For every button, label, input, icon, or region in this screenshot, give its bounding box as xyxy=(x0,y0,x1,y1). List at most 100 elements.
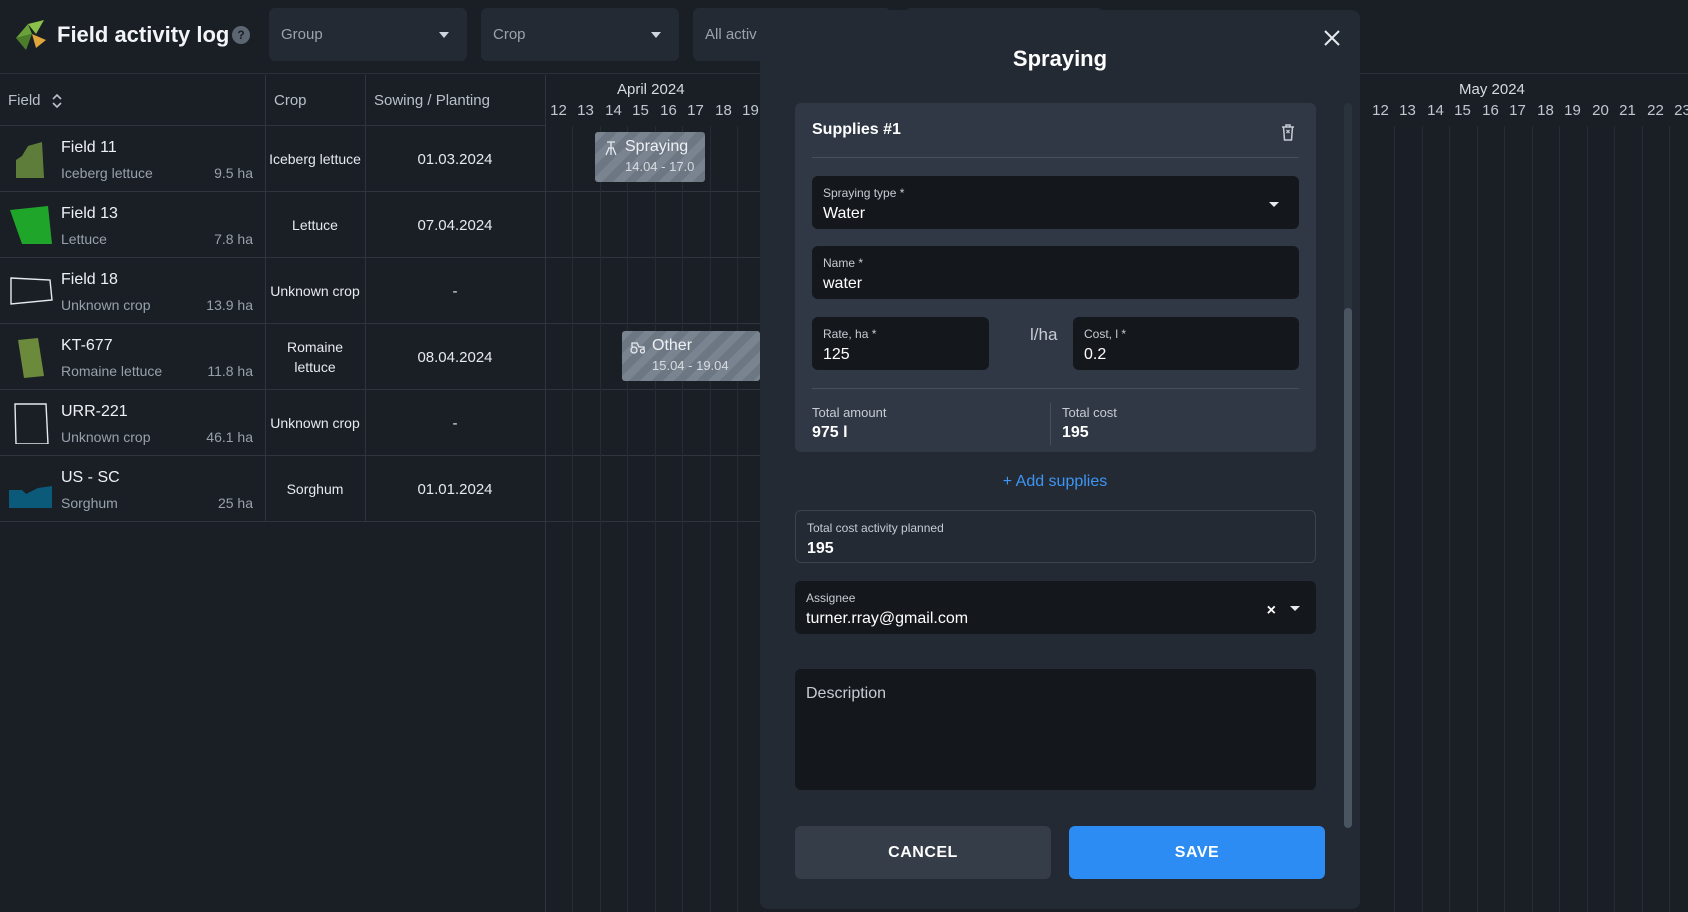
scrollbar-thumb[interactable] xyxy=(1344,308,1352,828)
help-icon[interactable]: ? xyxy=(232,26,250,44)
activity-event-other[interactable]: Other 15.04 - 19.04 xyxy=(622,331,760,381)
month-label: April 2024 xyxy=(617,81,685,98)
day-label: 22 xyxy=(1647,102,1664,119)
sowing-date-cell: 08.04.2024 xyxy=(417,348,493,366)
timeline-gridline xyxy=(1669,126,1670,912)
table-header: Field Crop Sowing / Planting xyxy=(0,75,545,126)
cost-label: Cost, l * xyxy=(1084,327,1127,341)
rate-field[interactable]: Rate, ha * 125 xyxy=(812,317,989,370)
chevron-down-icon xyxy=(1269,202,1279,207)
assignee-value: turner.rray@gmail.com xyxy=(806,610,969,627)
sowing-date-cell: 01.01.2024 xyxy=(417,480,493,498)
page-title: Field activity log xyxy=(57,22,230,47)
table-row[interactable]: Field 11 Iceberg lettuce 9.5 ha Iceberg … xyxy=(0,126,545,192)
timeline-gridline xyxy=(1559,126,1560,912)
save-button[interactable]: SAVE xyxy=(1069,826,1325,879)
total-cost-planned-value: 195 xyxy=(807,540,834,557)
chevron-down-icon xyxy=(651,32,661,38)
day-label: 20 xyxy=(1592,102,1609,119)
day-label: 15 xyxy=(1454,102,1471,119)
field-column-label: Field xyxy=(8,92,41,109)
table-row[interactable]: URR-221 Unknown crop 46.1 ha Unknown cro… xyxy=(0,390,545,456)
event-title: Other xyxy=(652,337,693,354)
crop-filter-select[interactable]: Crop xyxy=(481,8,679,61)
cost-field[interactable]: Cost, l * 0.2 xyxy=(1073,317,1299,370)
timeline-gridline xyxy=(1422,126,1423,912)
day-label: 13 xyxy=(577,102,594,119)
field-crop: Sorghum xyxy=(61,495,118,511)
day-label: 16 xyxy=(660,102,677,119)
day-label: 19 xyxy=(1564,102,1581,119)
sowing-column-header: Sowing / Planting xyxy=(374,92,490,109)
field-crop: Unknown crop xyxy=(61,297,151,313)
supplies-title: Supplies #1 xyxy=(812,121,901,138)
day-label: 17 xyxy=(1509,102,1526,119)
field-area: 13.9 ha xyxy=(206,297,253,313)
field-name: US - SC xyxy=(61,469,120,486)
sowing-date-cell: 07.04.2024 xyxy=(417,216,493,234)
crop-column-header: Crop xyxy=(274,92,307,109)
add-supplies-link[interactable]: + Add supplies xyxy=(760,473,1350,491)
field-column-header[interactable]: Field xyxy=(8,75,63,126)
field-name: Field 11 xyxy=(61,139,117,156)
field-name: Field 13 xyxy=(61,205,118,222)
cancel-button[interactable]: CANCEL xyxy=(795,826,1051,879)
day-label: 14 xyxy=(1427,102,1444,119)
table-row[interactable]: Field 13 Lettuce 7.8 ha Lettuce 07.04.20… xyxy=(0,192,545,258)
rate-unit-select[interactable]: l/ha xyxy=(1030,325,1057,345)
total-cost-label: Total cost xyxy=(1062,405,1117,420)
table-row[interactable]: US - SC Sorghum 25 ha Sorghum 01.01.2024 xyxy=(0,456,545,522)
day-label: 15 xyxy=(632,102,649,119)
timeline-gridline xyxy=(682,126,683,912)
total-cost-planned-label: Total cost activity planned xyxy=(807,521,944,535)
spraying-type-select[interactable]: Spraying type * Water xyxy=(812,176,1299,229)
day-label: 21 xyxy=(1619,102,1636,119)
modal-scrollbar[interactable] xyxy=(1344,103,1352,828)
table-row[interactable]: Field 18 Unknown crop 13.9 ha Unknown cr… xyxy=(0,258,545,324)
activity-filter-label: All activ xyxy=(705,26,757,43)
crop-cell: Sorghum xyxy=(286,481,344,497)
divider xyxy=(812,157,1299,158)
field-shape-icon xyxy=(10,277,53,305)
day-label: 14 xyxy=(605,102,622,119)
total-amount-label: Total amount xyxy=(812,405,887,420)
timeline-gridline xyxy=(710,126,711,912)
field-area: 9.5 ha xyxy=(214,165,253,181)
description-placeholder: Description xyxy=(806,685,887,702)
timeline-gridline xyxy=(655,126,656,912)
event-title: Spraying xyxy=(625,138,689,155)
table-row[interactable]: KT-677 Romaine lettuce 11.8 ha Romaine l… xyxy=(0,324,545,390)
field-crop: Unknown crop xyxy=(61,429,151,445)
close-icon[interactable] xyxy=(1320,26,1344,50)
month-label: May 2024 xyxy=(1459,81,1525,98)
spraying-type-value: Water xyxy=(823,205,866,222)
name-label: Name * xyxy=(823,256,864,270)
timeline-gridline xyxy=(1532,126,1533,912)
supplies-card: Supplies #1 Spraying type * Water Name *… xyxy=(795,103,1316,452)
trash-icon[interactable] xyxy=(1280,123,1296,141)
field-shape-icon xyxy=(18,338,44,378)
assignee-select[interactable]: Assignee turner.rray@gmail.com × xyxy=(795,581,1316,634)
field-area: 7.8 ha xyxy=(214,231,253,247)
field-shape-icon xyxy=(10,206,52,244)
activity-event-spraying[interactable]: Spraying 14.04 - 17.0 xyxy=(595,132,705,182)
sowing-date-cell: - xyxy=(452,414,458,432)
name-field[interactable]: Name * water xyxy=(812,246,1299,299)
field-name: URR-221 xyxy=(61,403,128,420)
timeline-gridline xyxy=(1587,126,1588,912)
day-label: 23 xyxy=(1674,102,1688,119)
day-label: 17 xyxy=(687,102,704,119)
description-field[interactable]: Description xyxy=(795,669,1316,790)
timeline-gridline xyxy=(1394,126,1395,912)
field-crop: Lettuce xyxy=(61,231,107,247)
sort-icon[interactable] xyxy=(51,92,63,110)
group-filter-label: Group xyxy=(281,26,323,43)
field-shape-icon xyxy=(14,403,49,444)
total-cost-planned-field[interactable]: Total cost activity planned 195 xyxy=(795,510,1316,563)
clear-icon[interactable]: × xyxy=(1267,602,1276,620)
group-filter-select[interactable]: Group xyxy=(269,8,467,61)
total-amount-value: 975 l xyxy=(812,424,848,441)
field-area: 11.8 ha xyxy=(207,363,253,379)
event-dates: 14.04 - 17.0 xyxy=(625,159,695,174)
chevron-down-icon[interactable] xyxy=(1290,606,1300,611)
